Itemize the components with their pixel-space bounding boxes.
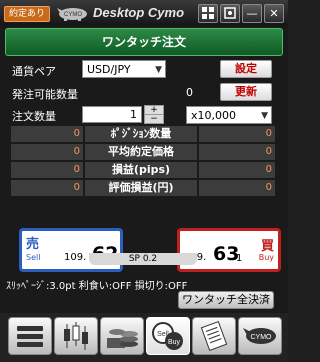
sell-price-button[interactable]: 売 Sell 109. 62 9 [19, 228, 123, 272]
cymo-logo-icon: CYMO [243, 328, 276, 344]
order-settings-status: ｽﾘｯﾍﾟｰｼﾞ:3.0pt 利食い:OFF 損切り:OFF [6, 281, 188, 292]
app-window: 約定あり CYMO Desktop Cymo — ✕ ワンタッチ注文 通貨ペア … [0, 0, 288, 362]
close-icon: ✕ [269, 7, 279, 20]
one-touch-order-button[interactable]: Sell Buy [146, 317, 190, 355]
order-history-button[interactable] [192, 317, 236, 355]
stats-row: 0 評価損益(円) 0 [11, 180, 275, 196]
grid-icon [202, 7, 214, 19]
minimize-icon: — [246, 7, 258, 20]
title-bar[interactable]: 約定あり CYMO Desktop Cymo — ✕ [0, 0, 288, 26]
chevron-down-icon: ▼ [261, 111, 268, 121]
stats-label: 損益(pips) [85, 162, 197, 178]
plus-icon[interactable]: + [145, 106, 163, 115]
stats-label: 平均約定価格 [85, 144, 197, 160]
chart-button[interactable] [54, 317, 98, 355]
account-button[interactable] [100, 317, 144, 355]
bottom-toolbar: Sell Buy CYMO [0, 313, 288, 362]
svg-text:CYMO: CYMO [64, 12, 82, 18]
currency-pair-label: 通貨ペア [12, 65, 56, 78]
orderable-quantity-value: 0 [186, 86, 193, 99]
coins-icon [107, 329, 138, 348]
unit-select[interactable]: x10,000 ▼ [186, 106, 272, 124]
buy-position-quantity: 0 [199, 126, 275, 142]
stats-row: 0 平均約定価格 0 [11, 144, 275, 160]
order-quantity-label: 注文数量 [12, 110, 56, 123]
unit-value: x10,000 [191, 109, 236, 122]
sell-price-prefix: 109. [64, 252, 87, 263]
stats-label: 評価損益(円) [85, 180, 197, 196]
chevron-down-icon: ▼ [155, 65, 162, 75]
sell-buy-icon: Sell Buy [152, 322, 183, 350]
sell-valuation-pl: 0 [11, 180, 83, 196]
settings-button[interactable]: 設定 [220, 60, 272, 78]
refresh-button[interactable]: 更新 [220, 83, 272, 101]
candlestick-chart-icon [64, 322, 88, 350]
orderable-quantity-label: 発注可能数量 [12, 88, 78, 101]
always-on-top-button[interactable] [220, 4, 240, 23]
sell-average-price: 0 [11, 144, 83, 160]
minus-icon[interactable]: − [145, 114, 163, 124]
cymo-menu-button[interactable]: CYMO [238, 317, 282, 355]
app-title: Desktop Cymo [93, 5, 185, 20]
execution-badge[interactable]: 約定あり [4, 6, 50, 22]
svg-text:CYMO: CYMO [251, 334, 273, 341]
buy-price-button[interactable]: 109. 63 1 買 Buy [177, 228, 281, 272]
close-all-positions-button[interactable]: ワンタッチ全決済 [178, 291, 274, 309]
order-panel-header: ワンタッチ注文 [5, 28, 283, 56]
buy-price-pip: 1 [236, 253, 243, 264]
sell-position-quantity: 0 [11, 126, 83, 142]
buy-average-price: 0 [199, 144, 275, 160]
sell-pl-pips: 0 [11, 162, 83, 178]
order-quantity-input[interactable]: 1 [82, 106, 142, 123]
stats-label: ﾎﾟｼﾞｼｮﾝ数量 [85, 126, 197, 142]
receipt-icon [200, 321, 228, 351]
layout-button[interactable] [198, 4, 218, 23]
positions-list-button[interactable] [8, 317, 52, 355]
stats-row: 0 損益(pips) 0 [11, 162, 275, 178]
buy-pl-pips: 0 [199, 162, 275, 178]
spread-indicator: SP 0.2 [89, 253, 197, 265]
sell-side-label: 売 [26, 237, 40, 252]
pin-window-icon [224, 7, 236, 19]
stats-row: 0 ﾎﾟｼﾞｼｮﾝ数量 0 [11, 126, 275, 142]
position-stats-grid: 0 ﾎﾟｼﾞｼｮﾝ数量 0 0 平均約定価格 0 0 損益(pips) 0 0 … [11, 126, 275, 198]
rhino-logo-icon: CYMO [57, 8, 87, 21]
currency-pair-value: USD/JPY [87, 63, 131, 76]
minimize-button[interactable]: — [242, 4, 262, 23]
close-button[interactable]: ✕ [264, 4, 284, 23]
currency-pair-select[interactable]: USD/JPY ▼ [82, 60, 166, 78]
buy-valuation-pl: 0 [199, 180, 275, 196]
sell-side-sublabel: Sell [26, 253, 41, 262]
svg-text:Buy: Buy [168, 339, 181, 346]
buy-side-sublabel: Buy [258, 253, 274, 262]
buy-side-label: 買 [260, 239, 274, 254]
quantity-stepper[interactable]: + − [144, 105, 164, 124]
list-icon [17, 326, 43, 347]
